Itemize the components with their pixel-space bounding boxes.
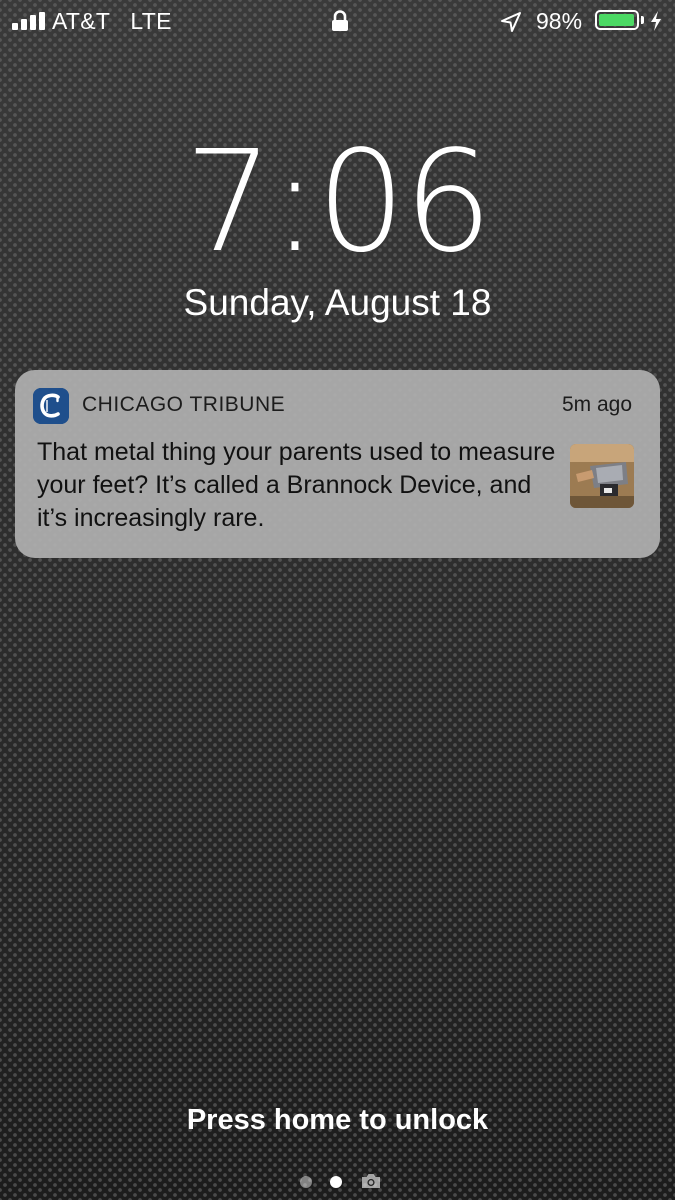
signal-icon: [12, 12, 46, 30]
battery-nub: [641, 16, 644, 24]
notification-thumbnail: [570, 444, 634, 508]
lock-screen-date: Sunday, August 18: [183, 282, 492, 323]
chicago-tribune-logo-icon: [33, 388, 69, 424]
notification-card[interactable]: CHICAGO TRIBUNE 5m ago That metal thing …: [15, 370, 660, 558]
page-dot-1[interactable]: [300, 1176, 312, 1188]
camera-icon[interactable]: [360, 1172, 382, 1190]
notification-timestamp: 5m ago: [561, 393, 632, 416]
notification-app-name: CHICAGO TRIBUNE: [82, 393, 286, 416]
battery-icon: [595, 10, 639, 30]
network-type: LTE: [130, 8, 172, 34]
lock-icon: [332, 10, 348, 31]
notification-body: That metal thing your parents used to me…: [37, 438, 556, 532]
location-arrow-icon: [501, 12, 521, 32]
charging-bolt-icon: [651, 11, 661, 31]
carrier-label: AT&T LTE: [52, 8, 172, 35]
lock-screen-clock: 7:06: [184, 121, 492, 284]
battery-percentage: 98%: [536, 8, 583, 34]
page-dot-2[interactable]: [330, 1176, 342, 1188]
carrier-name: AT&T: [52, 8, 111, 34]
status-bar: AT&T LTE 98%: [0, 0, 675, 44]
unlock-hint: Press home to unlock: [186, 1104, 489, 1136]
battery-fill: [599, 14, 634, 26]
page-indicator[interactable]: [296, 1172, 386, 1192]
